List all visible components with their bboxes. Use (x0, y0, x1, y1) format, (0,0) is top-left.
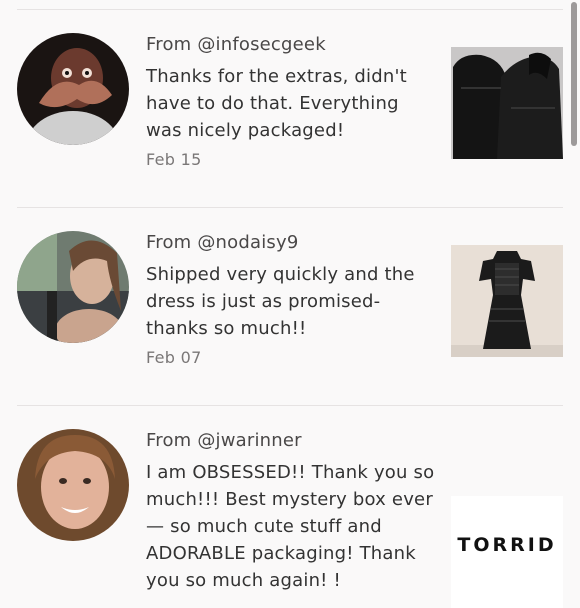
review-author[interactable]: From @infosecgeek (146, 34, 326, 55)
user-avatar[interactable] (17, 33, 129, 145)
listing-thumbnail[interactable]: TORRID (451, 496, 563, 608)
review-text: Shipped very quickly and the dress is ju… (146, 264, 415, 339)
review-text: I am OBSESSED!! Thank you so much!!! Bes… (146, 462, 435, 591)
user-avatar[interactable] (17, 429, 129, 541)
listing-thumbnail[interactable] (451, 245, 563, 357)
review-date: Feb 15 (146, 150, 202, 169)
brand-logo-text: TORRID (457, 534, 557, 556)
review-item[interactable]: From @nodaisy9 Shipped very quickly and … (0, 208, 580, 406)
listing-thumbnail[interactable] (451, 47, 563, 159)
review-date: Feb 07 (146, 348, 202, 367)
review-item[interactable]: From @jwarinner I am OBSESSED!! Thank yo… (0, 406, 580, 608)
review-author[interactable]: From @jwarinner (146, 430, 302, 451)
user-avatar[interactable] (17, 231, 129, 343)
review-item[interactable]: From @infosecgeek Thanks for the extras,… (0, 10, 580, 208)
review-text: Thanks for the extras, didn't have to do… (146, 66, 407, 141)
review-author[interactable]: From @nodaisy9 (146, 232, 298, 253)
